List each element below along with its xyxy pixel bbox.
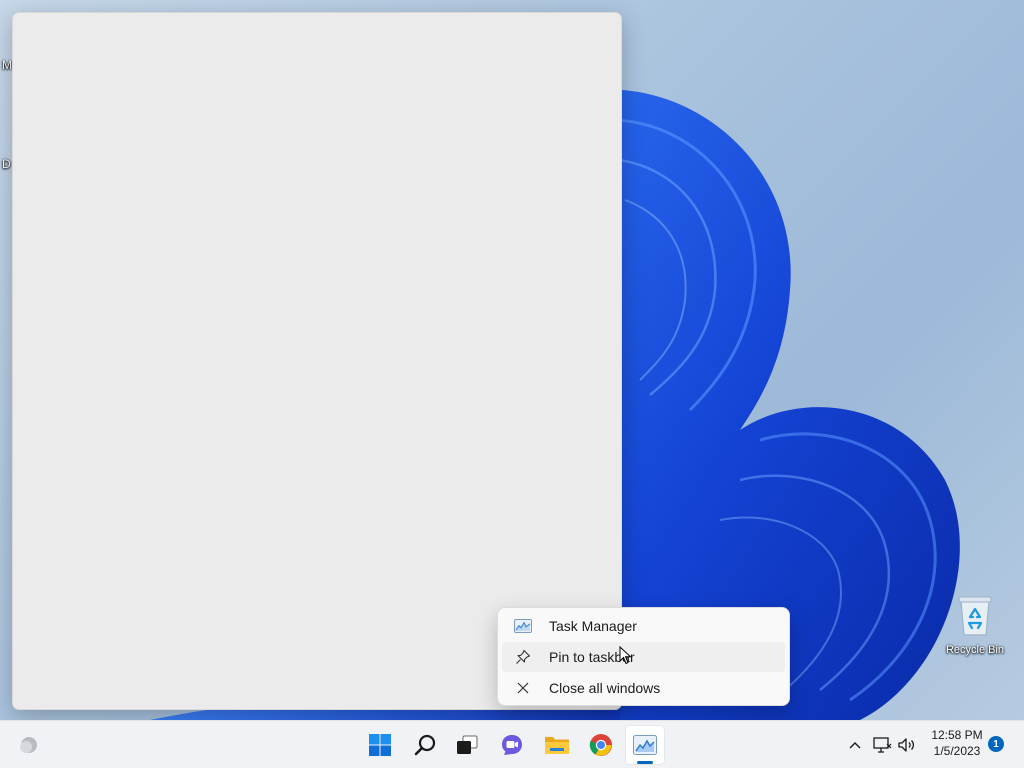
jump-list-label: Close all windows [549,680,661,696]
jump-list-item-close-all-windows[interactable]: Close all windows [502,673,785,703]
desktop-icon-label-partial[interactable]: D [2,157,11,171]
volume-icon [898,738,915,752]
chat-icon [502,735,522,755]
desktop-icon-label-partial[interactable]: M [2,58,12,72]
mouse-cursor-icon [619,646,632,665]
network-icon [873,737,892,753]
taskbar-jump-list: Task Manager Pin to taskbar Close all wi… [497,607,790,706]
volume-button[interactable] [897,735,917,755]
taskbar [0,720,1024,768]
task-manager-icon [511,618,535,634]
show-hidden-icons-button[interactable] [845,735,865,755]
clock-time: 12:58 PM [931,728,983,742]
taskbar-chat-button[interactable] [492,725,532,765]
close-icon [511,680,535,696]
weather-icon [20,737,37,753]
running-indicator [637,761,653,764]
app-window-blank[interactable] [12,12,622,710]
start-icon [369,734,391,756]
network-status-button[interactable] [872,735,892,755]
recycle-bin-label: Recycle Bin [945,644,1005,656]
taskbar-clock[interactable]: 12:58 PM 1/5/2023 [926,727,988,759]
pin-icon [511,649,535,665]
search-icon [414,734,436,756]
taskbar-widgets-button[interactable] [8,725,48,765]
taskbar-search-button[interactable] [405,725,445,765]
jump-list-item-pin-to-taskbar[interactable]: Pin to taskbar [502,642,785,672]
chevron-up-icon [849,742,861,749]
taskbar-task-manager-button[interactable] [625,725,665,765]
jump-list-label: Task Manager [549,618,637,634]
taskbar-task-view-button[interactable] [447,725,487,765]
task-manager-icon [633,735,657,755]
recycle-bin-shortcut[interactable]: Recycle Bin [940,593,1010,656]
taskbar-chrome-button[interactable] [581,725,621,765]
file-explorer-icon [545,737,569,754]
taskbar-start-button[interactable] [360,725,400,765]
chrome-icon [589,734,612,756]
clock-date: 1/5/2023 [933,744,981,758]
jump-list-item-task-manager[interactable]: Task Manager [502,611,785,641]
taskbar-file-explorer-button[interactable] [537,725,577,765]
notification-badge[interactable]: 1 [988,736,1004,752]
task-view-icon [457,735,478,754]
recycle-bin-icon [958,596,992,636]
